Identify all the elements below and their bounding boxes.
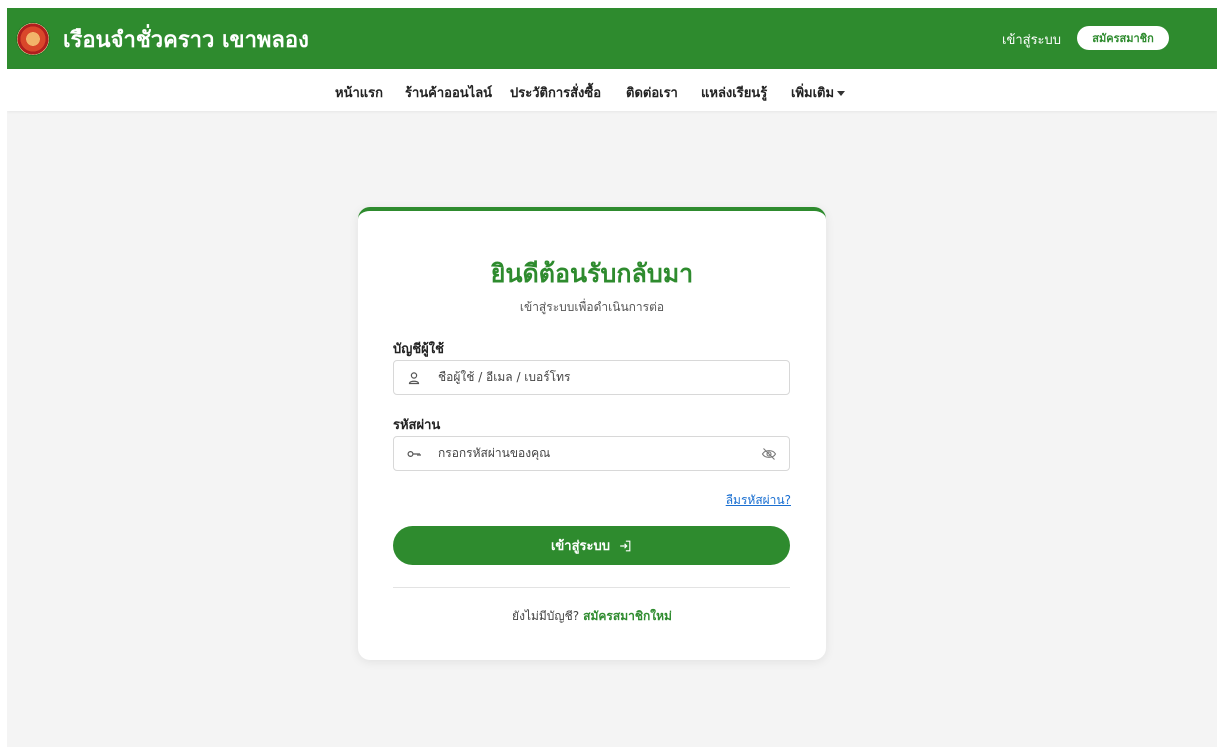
login-submit-button[interactable]: เข้าสู่ระบบ bbox=[393, 526, 790, 565]
caret-down-icon bbox=[837, 91, 846, 96]
username-input[interactable] bbox=[438, 370, 748, 384]
nav-item-contact[interactable]: ติดต่อเรา bbox=[626, 82, 678, 103]
password-field[interactable] bbox=[393, 436, 790, 471]
nav-item-more[interactable]: เพิ่มเติม bbox=[791, 82, 846, 103]
top-bar: เรือนจำชั่วคราว เขาพลอง เข้าสู่ระบบ สมัค… bbox=[7, 8, 1217, 69]
nav-item-more-label: เพิ่มเติม bbox=[791, 86, 835, 101]
logo[interactable] bbox=[17, 23, 49, 55]
login-subtitle: เข้าสู่ระบบเพื่อดำเนินการต่อ bbox=[519, 300, 665, 314]
username-field[interactable] bbox=[393, 360, 790, 395]
header-register-button[interactable]: สมัครสมาชิก bbox=[1077, 26, 1169, 50]
login-title: ยินดีต้อนรับกลับมา bbox=[490, 259, 694, 288]
password-input[interactable] bbox=[438, 446, 748, 460]
password-label: รหัสผ่าน bbox=[393, 418, 441, 433]
user-icon bbox=[408, 372, 420, 385]
username-label: บัญชีผู้ใช้ bbox=[393, 342, 444, 357]
login-submit-label: เข้าสู่ระบบ bbox=[550, 539, 611, 554]
no-account-text: ยังไม่มีบัญชี? bbox=[512, 609, 580, 623]
forgot-password-link[interactable]: ลืมรหัสผ่าน? bbox=[726, 491, 791, 510]
nav-item-shop[interactable]: ร้านค้าออนไลน์ bbox=[405, 82, 492, 103]
eye-slash-icon[interactable] bbox=[761, 446, 777, 462]
key-icon bbox=[407, 450, 421, 458]
nav-item-learning[interactable]: แหล่งเรียนรู้ bbox=[701, 82, 767, 103]
register-prompt: ยังไม่มีบัญชี? สมัครสมาชิกใหม่ bbox=[358, 607, 826, 626]
header-login-link[interactable]: เข้าสู่ระบบ bbox=[1002, 29, 1061, 50]
brand-title[interactable]: เรือนจำชั่วคราว เขาพลอง bbox=[63, 22, 309, 57]
nav-item-order-history[interactable]: ประวัติการสั่งซื้อ bbox=[510, 82, 601, 103]
sign-in-icon bbox=[620, 540, 631, 551]
login-card: ยินดีต้อนรับกลับมา เข้าสู่ระบบเพื่อดำเนิ… bbox=[358, 207, 826, 660]
register-link[interactable]: สมัครสมาชิกใหม่ bbox=[583, 609, 672, 623]
main-nav: หน้าแรก ร้านค้าออนไลน์ ประวัติการสั่งซื้… bbox=[7, 69, 1217, 111]
page: เรือนจำชั่วคราว เขาพลอง เข้าสู่ระบบ สมัค… bbox=[7, 8, 1217, 747]
divider bbox=[393, 587, 790, 588]
nav-item-home[interactable]: หน้าแรก bbox=[335, 82, 383, 103]
